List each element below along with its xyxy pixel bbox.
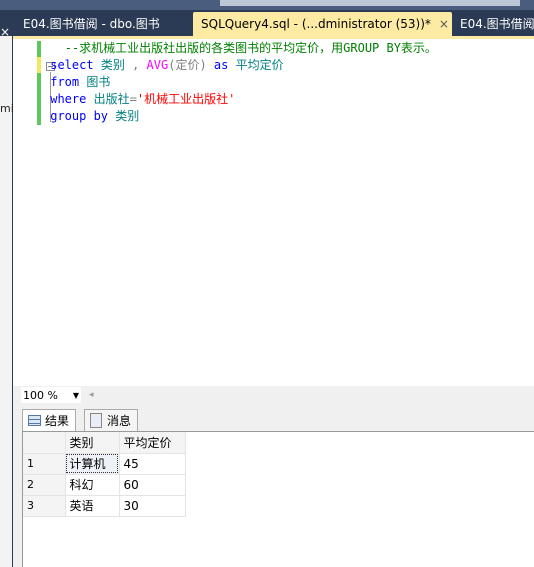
chevron-down-icon: ▼	[72, 391, 79, 400]
identifier: 平均定价	[235, 58, 284, 72]
message-icon	[90, 413, 102, 428]
zoom-value: 100 %	[23, 389, 58, 402]
cell[interactable]: 60	[119, 474, 186, 496]
tab-messages[interactable]: 消息	[84, 409, 139, 431]
corner-cell	[23, 432, 66, 454]
row-number[interactable]: 1	[23, 453, 66, 475]
keyword: group by	[50, 109, 109, 123]
table-row: 1 计算机 45	[23, 453, 186, 475]
operator: =	[129, 92, 137, 106]
explorer-text: mi	[0, 102, 14, 115]
cell[interactable]: 计算机	[65, 453, 120, 475]
column-header[interactable]: 平均定价	[119, 432, 186, 454]
identifier: 类别	[100, 58, 125, 72]
tab-library[interactable]: E04.图书借阅	[452, 12, 534, 36]
close-icon[interactable]: ×	[439, 17, 449, 31]
change-margin	[37, 41, 41, 125]
grid-icon	[28, 415, 41, 426]
scroll-left-icon[interactable]: ◂	[89, 386, 94, 404]
zoom-bar: 100 % ▼ ◂	[13, 386, 534, 404]
header-row: 类别 平均定价	[23, 432, 186, 454]
tab-label: 消息	[107, 414, 132, 428]
results-grid: 类别 平均定价 1 计算机 45 2 科幻 60 3 英语 30	[22, 431, 534, 567]
keyword: as	[213, 58, 229, 72]
tab-label: E04.图书借阅 - dbo.图书	[23, 17, 160, 31]
cell[interactable]: 45	[119, 453, 186, 475]
keyword: from	[50, 75, 80, 89]
cell[interactable]: 科幻	[65, 474, 120, 496]
code-lines: --求机械工业出版社出版的各类图书的平均定价，用GROUP BY表示。 sele…	[43, 40, 437, 125]
tab-results[interactable]: 结果	[22, 409, 77, 431]
tab-table-view[interactable]: E04.图书借阅 - dbo.图书	[15, 12, 168, 36]
results-pane: 结果 消息 类别 平均定价 1 计算机 45 2 科幻 60 3 英语 30	[13, 404, 534, 567]
string-literal: '机械工业出版社'	[136, 92, 236, 106]
code-line-4: where 出版社='机械工业出版社'	[43, 91, 437, 108]
cell[interactable]: 英语	[65, 495, 120, 517]
toolbar	[220, 0, 520, 6]
function: AVG	[146, 58, 169, 72]
operator: ,	[124, 58, 140, 72]
column-header[interactable]: 类别	[65, 432, 120, 454]
code-line-5: group by 类别	[43, 108, 437, 125]
tab-sqlquery4[interactable]: SQLQuery4.sql - (...dministrator (53))* ×	[193, 12, 452, 36]
cell[interactable]: 30	[119, 495, 186, 517]
code-line-2: select 类别 , AVG(定价) as 平均定价	[43, 57, 437, 74]
sql-editor[interactable]: − --求机械工业出版社出版的各类图书的平均定价，用GROUP BY表示。 se…	[13, 36, 534, 386]
arguments: (定价)	[168, 58, 207, 72]
comment: --求机械工业出版社出版的各类图书的平均定价，用GROUP BY表示。	[64, 41, 437, 55]
object-explorer: mi	[0, 36, 14, 567]
tab-label: SQLQuery4.sql - (...dministrator (53))*	[201, 17, 431, 31]
zoom-select[interactable]: 100 % ▼	[21, 387, 81, 403]
tab-label: 结果	[45, 414, 70, 428]
code-line-1: --求机械工业出版社出版的各类图书的平均定价，用GROUP BY表示。	[43, 40, 437, 57]
row-number[interactable]: 3	[23, 495, 66, 517]
table-row: 3 英语 30	[23, 495, 186, 517]
keyword: select	[50, 58, 94, 72]
keyword: where	[50, 92, 87, 106]
table-row: 2 科幻 60	[23, 474, 186, 496]
identifier: 出版社	[93, 92, 130, 106]
identifier: 图书	[86, 75, 111, 89]
code-line-3: from 图书	[43, 74, 437, 91]
identifier: 类别	[115, 109, 140, 123]
row-number[interactable]: 2	[23, 474, 66, 496]
tab-label: E04.图书借阅	[460, 17, 534, 31]
document-tabs: E04.图书借阅 - dbo.图书 SQLQuery4.sql - (...dm…	[13, 12, 534, 36]
